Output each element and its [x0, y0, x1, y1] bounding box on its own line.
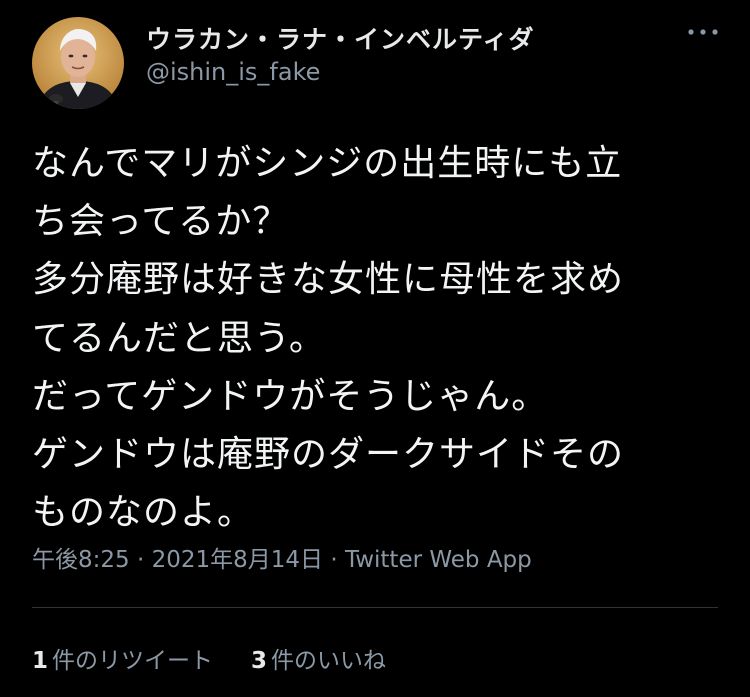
tweet-container: ウラカン・ラナ・インベルティダ @ishin_is_fake なんでマリがシンジ… — [0, 0, 750, 697]
divider — [32, 607, 718, 608]
user-avatar-photo-icon — [32, 17, 124, 109]
more-horizontal-icon[interactable] — [686, 22, 720, 42]
tweet-metadata: 午後8:25 · 2021年8月14日 · Twitter Web App — [32, 540, 532, 574]
tweet-source-link[interactable]: Twitter Web App — [345, 547, 532, 573]
tweet-time[interactable]: 午後8:25 — [32, 547, 130, 573]
tweet-text-line: 多分庵野は好きな女性に母性を求め — [32, 259, 625, 301]
user-avatar[interactable] — [32, 17, 124, 109]
tweet-date[interactable]: 2021年8月14日 — [152, 547, 323, 573]
likes-count: 3 — [251, 648, 268, 674]
tweet-text-line: てるんだと思う。 — [32, 317, 326, 359]
tweet-text-line: なんでマリがシンジの出生時にも立 — [32, 143, 623, 184]
meta-separator: · — [323, 547, 345, 573]
tweet-text-line: ものなのよ。 — [32, 492, 255, 534]
retweets-label: 件のリツイート — [52, 648, 214, 674]
retweets-count: 1 — [32, 648, 49, 674]
tweet-text-line: ゲンドウは庵野のダークサイドその — [32, 434, 625, 476]
tweet-text-line: ち会ってるか？ — [32, 201, 290, 243]
tweet-stats: 1 件のリツイート 3 件のいいね — [32, 641, 424, 675]
likes-stat[interactable]: 3 件のいいね — [251, 641, 386, 675]
user-handle[interactable]: @ishin_is_fake — [146, 58, 320, 86]
meta-separator: · — [129, 547, 152, 573]
display-name[interactable]: ウラカン・ラナ・インベルティダ — [146, 20, 535, 56]
tweet-text-line: だってゲンドウがそうじゃん。 — [32, 375, 549, 417]
retweets-stat[interactable]: 1 件のリツイート — [32, 641, 213, 675]
tweet-text: なんでマリがシンジの出生時にも立 ち会ってるか？ 多分庵野は好きな女性に母性を求… — [32, 135, 722, 542]
likes-label: 件のいいね — [271, 648, 387, 674]
